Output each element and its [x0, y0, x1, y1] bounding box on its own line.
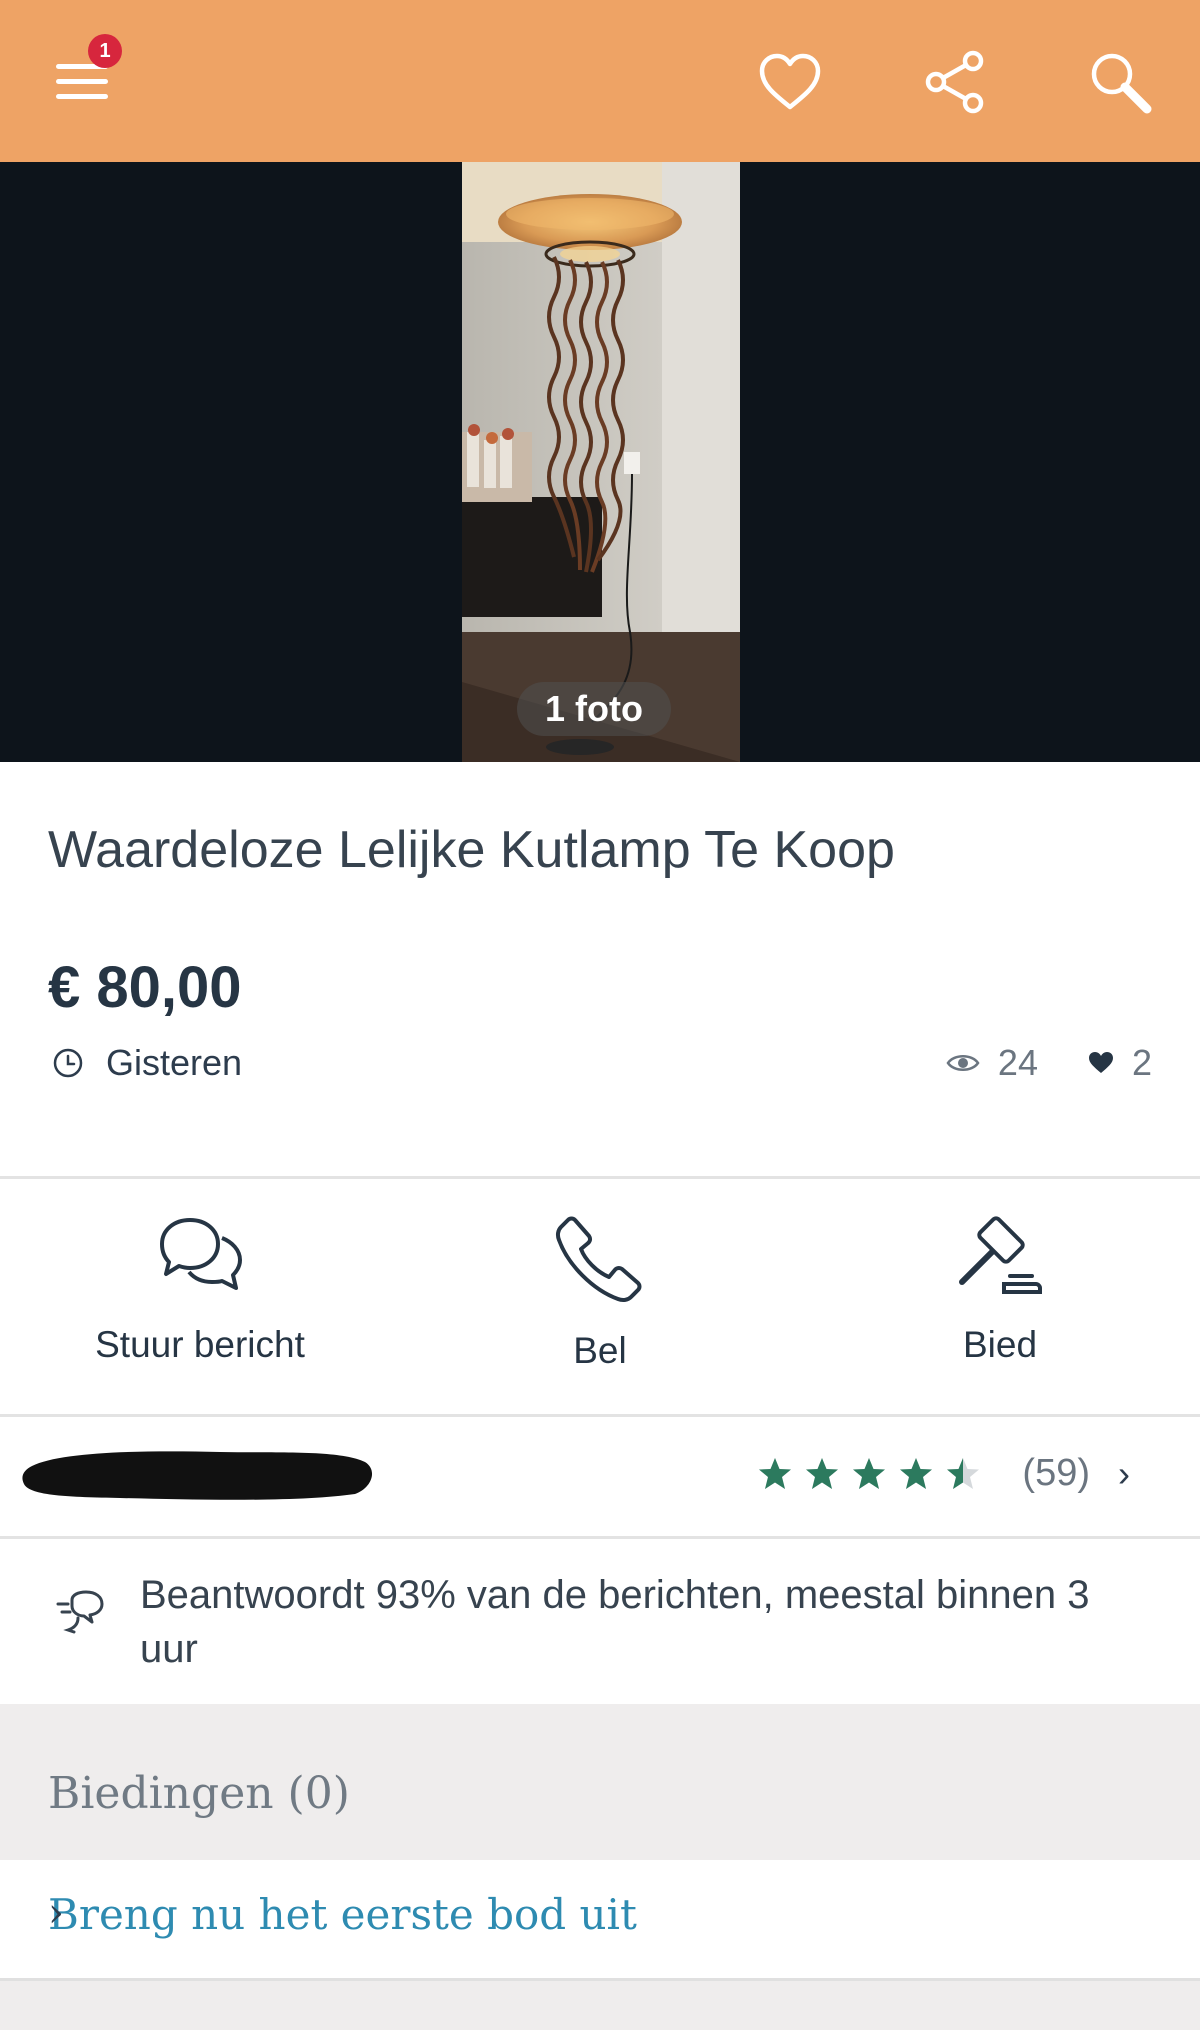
section-divider: [0, 1176, 1200, 1179]
share-button[interactable]: [913, 40, 997, 124]
quick-reply-icon: [56, 1590, 104, 1634]
seller-rating: (59) ›: [757, 1452, 1130, 1495]
call-button[interactable]: Bel: [400, 1180, 800, 1415]
favorite-count: 2: [1088, 1042, 1152, 1084]
chevron-right-icon: ›: [48, 1890, 64, 1936]
chat-bubbles-icon: [160, 1218, 242, 1290]
share-icon: [925, 50, 984, 114]
redacted-seller-name: [22, 1451, 373, 1500]
clock-icon: [53, 1048, 83, 1078]
seller-rating-row[interactable]: (59) ›: [0, 1418, 1200, 1536]
send-message-label: Stuur bericht: [95, 1324, 305, 1365]
listing-stats: 24 2: [946, 1042, 1152, 1084]
floor-lamp-photo: [462, 162, 740, 762]
heart-icon: [1088, 1052, 1113, 1073]
call-label: Bel: [573, 1330, 627, 1371]
star-icon: [806, 1457, 839, 1489]
listing-price: € 80,00: [48, 955, 242, 1020]
send-message-button[interactable]: Stuur bericht: [0, 1180, 400, 1415]
eye-icon: [946, 1055, 980, 1071]
bids-section-header: Biedingen (0): [0, 1704, 1200, 1860]
response-info: Beantwoordt 93% van de berichten, meesta…: [0, 1538, 1200, 1702]
favorite-count-value: 2: [1131, 1042, 1152, 1083]
footer-band: [0, 1978, 1200, 2030]
chevron-right-icon: ›: [1118, 1452, 1130, 1494]
favorite-button[interactable]: [748, 40, 832, 124]
photo-viewer[interactable]: [0, 162, 1200, 762]
view-count-value: 24: [997, 1042, 1038, 1083]
star-icon: [759, 1457, 792, 1489]
photo-count-badge: 1 foto: [517, 682, 671, 736]
star-rating: [757, 1456, 992, 1492]
bids-title: Biedingen (0): [48, 1768, 350, 1819]
review-count: (59): [1022, 1452, 1090, 1494]
phone-icon: [555, 1216, 642, 1303]
bid-button[interactable]: Bied: [800, 1180, 1200, 1415]
search-icon: [1091, 53, 1152, 114]
star-icon: [900, 1457, 933, 1489]
posted-date-label: Gisteren: [106, 1042, 243, 1083]
auction-gavel-icon: [959, 1216, 1042, 1294]
place-first-bid-link[interactable]: Breng nu het eerste bod uit ›: [0, 1860, 1200, 1978]
notification-badge: 1: [88, 34, 122, 68]
contact-actions: Stuur bericht Bel Bied: [0, 1180, 1200, 1415]
listing-photo[interactable]: [462, 162, 740, 762]
star-icon: [853, 1457, 886, 1489]
view-count: 24: [946, 1042, 1038, 1084]
heart-outline-icon: [759, 53, 821, 110]
top-app-bar: 1: [0, 0, 1200, 162]
response-rate-text: Beantwoordt 93% van de berichten, meesta…: [140, 1573, 1090, 1671]
section-divider: [0, 1414, 1200, 1417]
star-icon: [947, 1457, 980, 1489]
listing-title: Waardeloze Lelijke Kutlamp Te Koop: [48, 821, 895, 879]
search-button[interactable]: [1078, 40, 1162, 124]
bid-label: Bied: [962, 1324, 1038, 1365]
menu-button[interactable]: 1: [40, 34, 124, 124]
posted-date: Gisteren: [52, 1042, 242, 1084]
